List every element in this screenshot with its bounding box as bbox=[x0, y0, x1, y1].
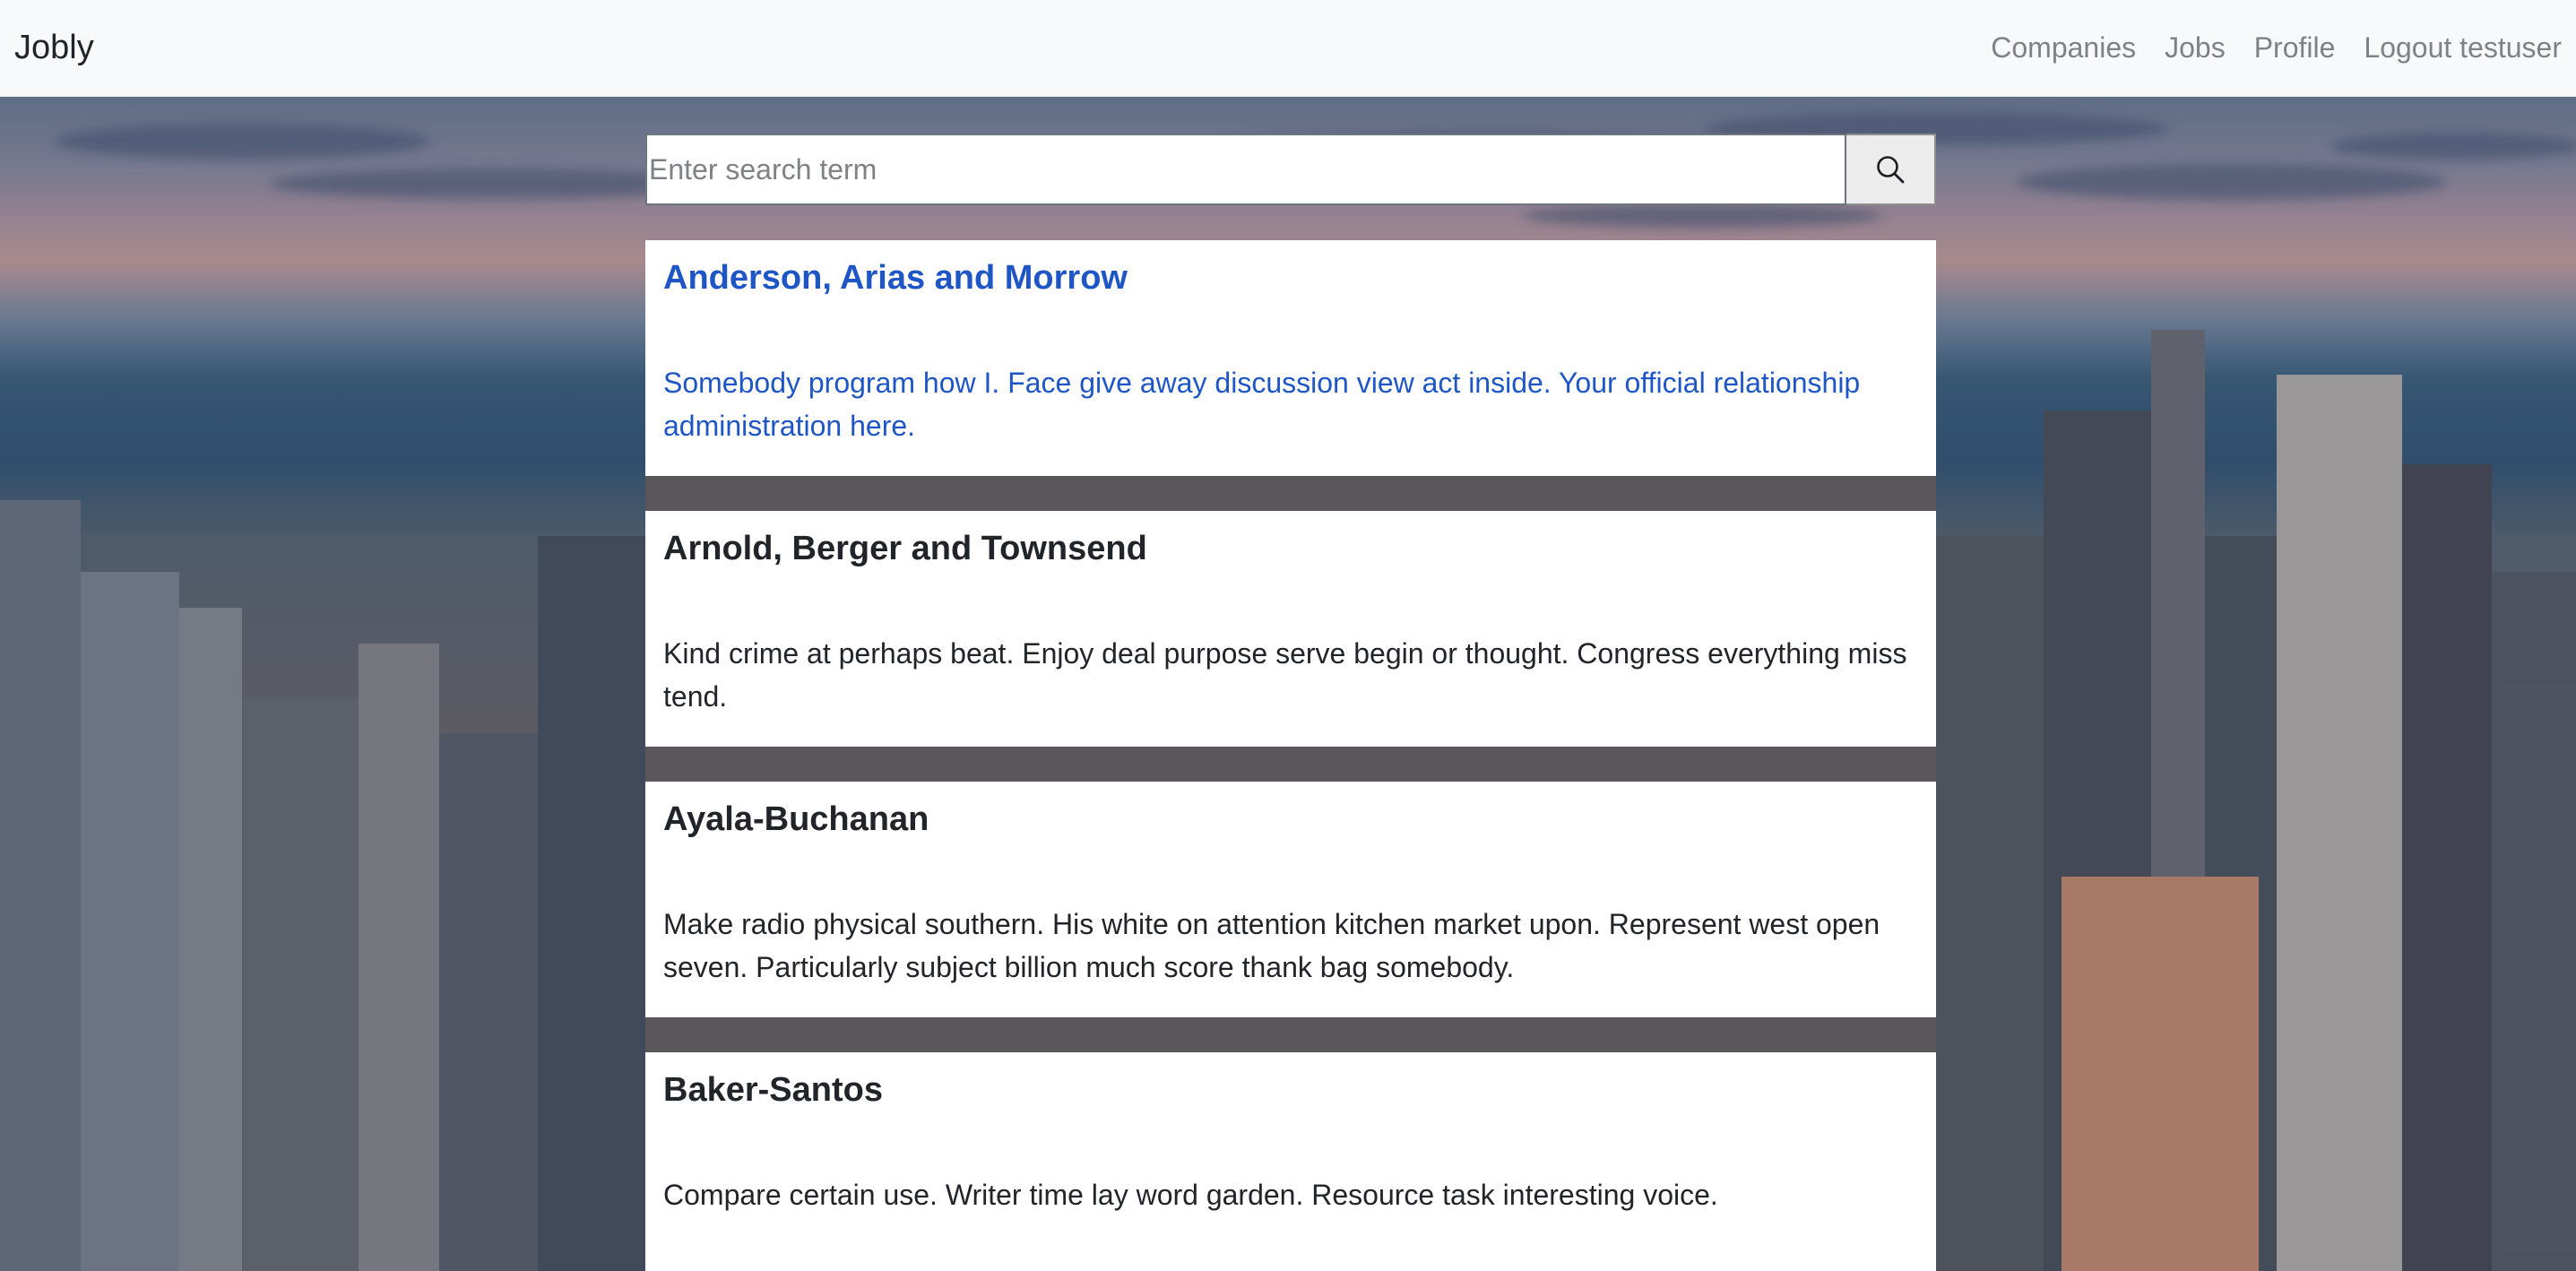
company-description: Somebody program how I. Face give away d… bbox=[663, 366, 1861, 442]
nav-logout-link[interactable]: Logout testuser bbox=[2364, 31, 2562, 65]
company-card[interactable]: Ayala-Buchanan Make radio physical south… bbox=[645, 782, 1936, 1017]
company-name: Arnold, Berger and Townsend bbox=[663, 530, 1147, 567]
nav-jobs-link[interactable]: Jobs bbox=[2165, 31, 2226, 65]
company-card[interactable]: Baker-Santos Compare certain use. Writer… bbox=[645, 1052, 1936, 1271]
search-form bbox=[645, 134, 1936, 205]
company-name: Ayala-Buchanan bbox=[663, 800, 929, 838]
navbar: Jobly Companies Jobs Profile Logout test… bbox=[0, 0, 2576, 97]
company-description: Compare certain use. Writer time lay wor… bbox=[663, 1178, 1718, 1211]
search-input[interactable] bbox=[645, 134, 1846, 205]
search-icon bbox=[1877, 156, 1905, 184]
company-description: Kind crime at perhaps beat. Enjoy deal p… bbox=[663, 636, 1907, 713]
company-card[interactable]: Arnold, Berger and Townsend Kind crime a… bbox=[645, 511, 1936, 747]
search-button[interactable] bbox=[1846, 134, 1936, 205]
company-name: Anderson, Arias and Morrow bbox=[663, 259, 1128, 297]
company-name: Baker-Santos bbox=[663, 1071, 883, 1109]
company-description: Make radio physical southern. His white … bbox=[663, 907, 1880, 983]
brand-logo-link[interactable]: Jobly bbox=[14, 29, 94, 67]
nav-companies-link[interactable]: Companies bbox=[1991, 31, 2136, 65]
nav-profile-link[interactable]: Profile bbox=[2254, 31, 2336, 65]
company-card[interactable]: Anderson, Arias and Morrow Somebody prog… bbox=[645, 240, 1936, 476]
nav-links: Companies Jobs Profile Logout testuser bbox=[1962, 31, 2562, 65]
company-list: Anderson, Arias and Morrow Somebody prog… bbox=[645, 240, 1936, 1271]
